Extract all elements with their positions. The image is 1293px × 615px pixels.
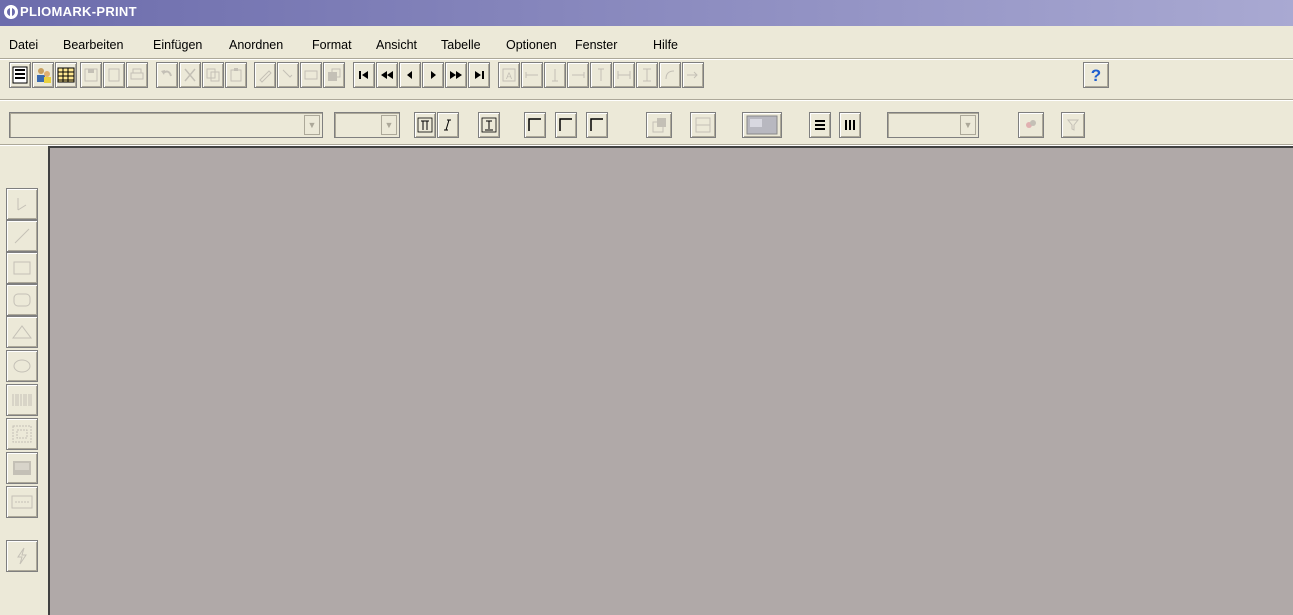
ellipse-icon[interactable] <box>6 350 38 382</box>
align-columns-icon[interactable] <box>839 112 861 138</box>
align-left-edge-icon[interactable] <box>521 62 543 88</box>
list-view-icon[interactable] <box>9 62 31 88</box>
tool-palette <box>0 146 48 615</box>
separator <box>0 99 1293 101</box>
triangle-icon[interactable] <box>6 316 38 348</box>
bold-icon[interactable] <box>414 112 436 138</box>
lightning-icon[interactable] <box>6 540 38 572</box>
text-field-icon[interactable] <box>300 62 322 88</box>
bring-forward-icon[interactable] <box>646 112 672 138</box>
first-record-icon[interactable] <box>353 62 375 88</box>
filter-icon[interactable] <box>1061 112 1085 138</box>
import-icon[interactable] <box>682 62 704 88</box>
help-icon[interactable]: ? <box>1083 62 1109 88</box>
separator <box>0 58 1293 60</box>
menu-fenster[interactable]: Fenster <box>575 38 617 52</box>
color-picker-icon[interactable] <box>1018 112 1044 138</box>
format-toolbar: ▼ ▼ ▼ <box>0 106 1293 146</box>
font-combo[interactable]: ▼ <box>9 112 323 138</box>
align-bottom-edge-icon[interactable] <box>544 62 566 88</box>
prev-icon[interactable] <box>399 62 421 88</box>
chevron-down-icon[interactable]: ▼ <box>960 115 976 135</box>
pen-select-icon[interactable] <box>277 62 299 88</box>
menu-anordnen[interactable]: Anordnen <box>229 38 283 52</box>
underline-icon[interactable] <box>478 112 500 138</box>
paste-icon[interactable] <box>225 62 247 88</box>
menu-optionen[interactable]: Optionen <box>506 38 557 52</box>
rotate-icon[interactable] <box>659 62 681 88</box>
menu-datei[interactable]: Datei <box>9 38 38 52</box>
last-record-icon[interactable] <box>468 62 490 88</box>
align-right-edge-icon[interactable] <box>567 62 589 88</box>
align-top-edge-icon[interactable] <box>590 62 612 88</box>
table-grid-icon[interactable] <box>55 62 77 88</box>
distribute-v-icon[interactable] <box>636 62 658 88</box>
image-icon[interactable] <box>742 112 782 138</box>
menu-format[interactable]: Format <box>312 38 352 52</box>
frame-top-left-icon[interactable] <box>524 112 546 138</box>
rectangle-icon[interactable] <box>6 252 38 284</box>
window-title: PLIOMARK-PRINT <box>20 4 137 19</box>
align-rows-icon[interactable] <box>809 112 831 138</box>
menu-hilfe[interactable]: Hilfe <box>653 38 678 52</box>
italic-icon[interactable] <box>437 112 459 138</box>
distribute-h-icon[interactable] <box>613 62 635 88</box>
chevron-down-icon[interactable]: ▼ <box>381 115 397 135</box>
document-workspace[interactable] <box>48 146 1293 615</box>
save-icon[interactable] <box>80 62 102 88</box>
menu-tabelle[interactable]: Tabelle <box>441 38 481 52</box>
frame-corner-icon[interactable] <box>586 112 608 138</box>
chevron-down-icon[interactable]: ▼ <box>304 115 320 135</box>
rounded-rect-icon[interactable] <box>6 284 38 316</box>
split-horizontal-icon[interactable] <box>690 112 716 138</box>
menu-einfuegen[interactable]: Einfügen <box>153 38 202 52</box>
scs-logo-icon <box>4 5 18 19</box>
fast-back-icon[interactable] <box>376 62 398 88</box>
stack-icon[interactable] <box>323 62 345 88</box>
users-icon[interactable] <box>32 62 54 88</box>
line-icon[interactable] <box>6 220 38 252</box>
size-combo[interactable]: ▼ <box>334 112 400 138</box>
matrix-code-icon[interactable] <box>6 418 38 450</box>
menu-bearbeiten[interactable]: Bearbeiten <box>63 38 123 52</box>
text-block-icon[interactable] <box>6 486 38 518</box>
print-icon[interactable] <box>126 62 148 88</box>
undo-icon[interactable] <box>156 62 178 88</box>
barcode-icon[interactable] <box>6 384 38 416</box>
menu-ansicht[interactable]: Ansicht <box>376 38 417 52</box>
fast-forward-icon[interactable] <box>445 62 467 88</box>
copy-icon[interactable] <box>202 62 224 88</box>
pointer-icon[interactable] <box>6 188 38 220</box>
text-frame-icon[interactable]: A <box>498 62 520 88</box>
image-frame-icon[interactable] <box>6 452 38 484</box>
pen-icon[interactable] <box>254 62 276 88</box>
cut-icon[interactable] <box>179 62 201 88</box>
svg-text:A: A <box>506 71 512 81</box>
main-toolbar: A ? <box>0 62 1293 96</box>
next-icon[interactable] <box>422 62 444 88</box>
zoom-combo[interactable]: ▼ <box>887 112 979 138</box>
title-bar: PLIOMARK-PRINT <box>0 0 1293 26</box>
print-preview-icon[interactable] <box>103 62 125 88</box>
menu-bar: Datei Bearbeiten Einfügen Anordnen Forma… <box>0 32 1293 58</box>
frame-left-icon[interactable] <box>555 112 577 138</box>
svg-text:?: ? <box>1091 66 1101 84</box>
